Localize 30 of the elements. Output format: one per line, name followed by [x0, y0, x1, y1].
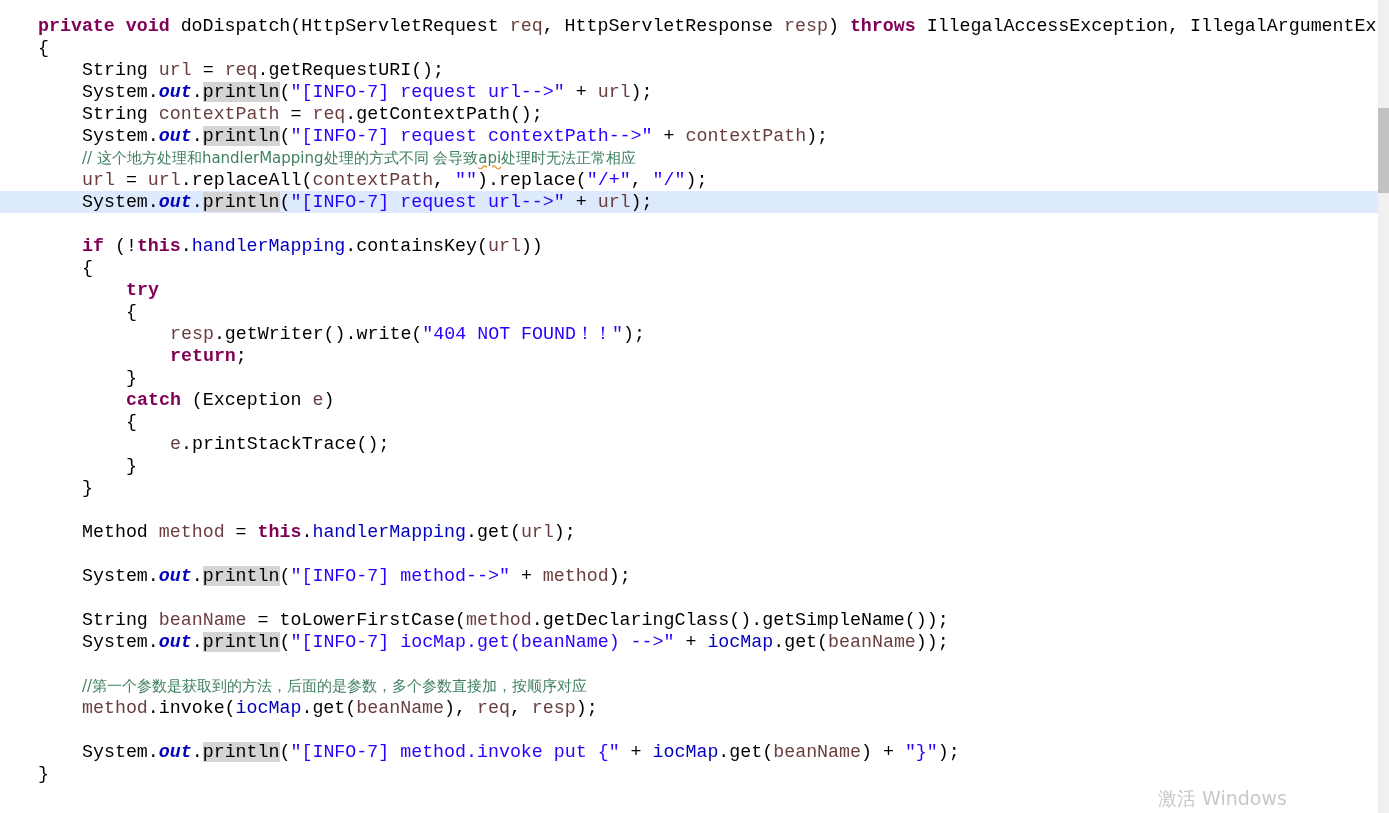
code-line: { [126, 411, 137, 433]
code-line: { [82, 257, 93, 279]
code-line: resp.getWriter().write("404 NOT FOUND！！"); [170, 323, 645, 345]
code-line: url = url.replaceAll(contextPath, "").replace("/+", "/"); [82, 169, 708, 191]
scrollbar-thumb[interactable] [1378, 108, 1389, 193]
code-line: } [82, 477, 93, 499]
code-line: System.out.println("[INFO-7] iocMap.get(beanName) -->" + iocMap.get(beanName)); [82, 631, 949, 653]
code-line: System.out.println("[INFO-7] request url-->" + url); [82, 191, 653, 213]
code-line: { [126, 301, 137, 323]
code-line: //第一个参数是获取到的方法，后面的是参数，多个参数直接加，按顺序对应 [82, 676, 588, 697]
code-line: // 这个地方处理和handlerMapping处理的方式不同 会导致api处理时无法正常相应 [82, 148, 637, 169]
code-line: } [126, 367, 137, 389]
code-line: String contextPath = req.getContextPath(); [82, 103, 543, 125]
code-line: e.printStackTrace(); [170, 433, 390, 455]
code-line: System.out.println("[INFO-7] request url-->" + url); [82, 81, 653, 103]
code-line: String beanName = toLowerFirstCase(method.getDeclaringClass().getSimpleName()); [82, 609, 949, 631]
code-line: System.out.println("[INFO-7] request contextPath-->" + contextPath); [82, 125, 829, 147]
code-line: { [38, 37, 49, 59]
code-line: } [38, 763, 49, 785]
code-line: method.invoke(iocMap.get(beanName), req, resp); [82, 697, 598, 719]
code-line: private void doDispatch(HttpServletRequest req, HttpServletResponse resp) throws IllegalAccessException, IllegalArgumentEx [38, 15, 1377, 37]
code-line: String url = req.getRequestURI(); [82, 59, 445, 81]
code-line: return; [170, 345, 247, 367]
code-line: Method method = this.handlerMapping.get(url); [82, 521, 576, 543]
code-line: System.out.println("[INFO-7] method-->" + method); [82, 565, 631, 587]
code-line: catch (Exception e) [126, 389, 335, 411]
code-line: if (!this.handlerMapping.containsKey(url)) [82, 235, 543, 257]
code-line: try [126, 279, 159, 301]
code-line: } [126, 455, 137, 477]
code-line: System.out.println("[INFO-7] method.invoke put {" + iocMap.get(beanName) + "}"); [82, 741, 960, 763]
